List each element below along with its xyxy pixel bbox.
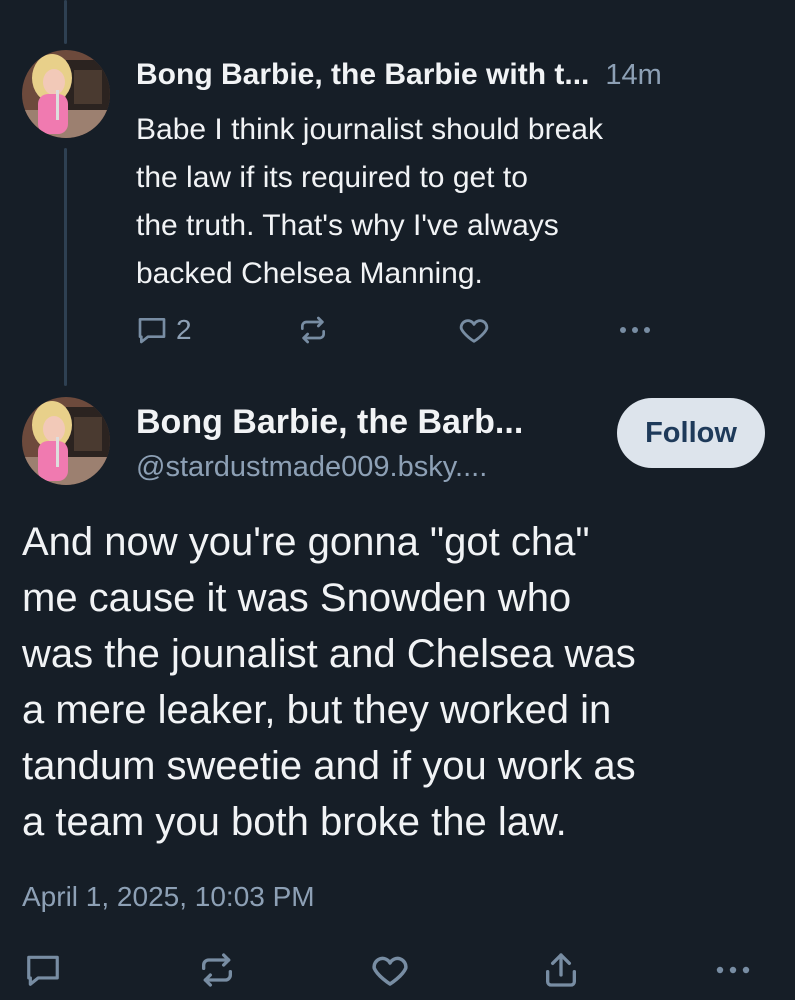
more-icon <box>620 327 650 333</box>
heart-icon <box>372 956 408 986</box>
reply-icon <box>27 955 59 986</box>
parent-post-time: 14m <box>605 58 662 91</box>
parent-like-button[interactable] <box>457 310 491 350</box>
share-icon <box>546 953 576 987</box>
parent-more-button[interactable] <box>616 310 654 350</box>
repost-icon <box>202 953 232 987</box>
parent-post-text: Babe I think journalist should break the… <box>136 113 603 290</box>
thread-line-parent <box>64 148 67 386</box>
parent-repost-button[interactable] <box>297 310 329 350</box>
more-icon <box>716 966 750 974</box>
parent-post-header: Bong Barbie, the Barbie with t... 14m <box>136 56 766 94</box>
share-button[interactable] <box>541 948 581 992</box>
follow-button[interactable]: Follow <box>617 398 765 468</box>
main-post-actions <box>0 948 795 992</box>
repost-icon <box>301 316 325 344</box>
parent-reply-count: 2 <box>176 314 192 345</box>
parent-author-name[interactable]: Bong Barbie, the Barbie with t... <box>136 58 589 92</box>
reply-button[interactable] <box>24 948 62 992</box>
like-button[interactable] <box>369 948 411 992</box>
post-timestamp: April 1, 2025, 10:03 PM <box>22 881 315 912</box>
reply-icon <box>138 318 166 344</box>
avatar-image <box>22 50 110 138</box>
main-post-text: And now you're gonna "got cha" me cause … <box>22 520 636 844</box>
repost-button[interactable] <box>197 948 237 992</box>
parent-reply-button[interactable]: 2 <box>136 310 192 350</box>
more-button[interactable] <box>713 948 753 992</box>
parent-avatar[interactable] <box>22 50 110 138</box>
heart-icon <box>459 319 489 343</box>
main-avatar[interactable] <box>22 397 110 485</box>
avatar-image <box>22 397 110 485</box>
parent-post-actions: 2 <box>0 310 795 350</box>
main-author-name[interactable]: Bong Barbie, the Barb... <box>136 401 606 443</box>
thread-line-top <box>64 0 67 44</box>
main-author-handle[interactable]: @stardustmade009.bsky.... <box>136 447 596 487</box>
